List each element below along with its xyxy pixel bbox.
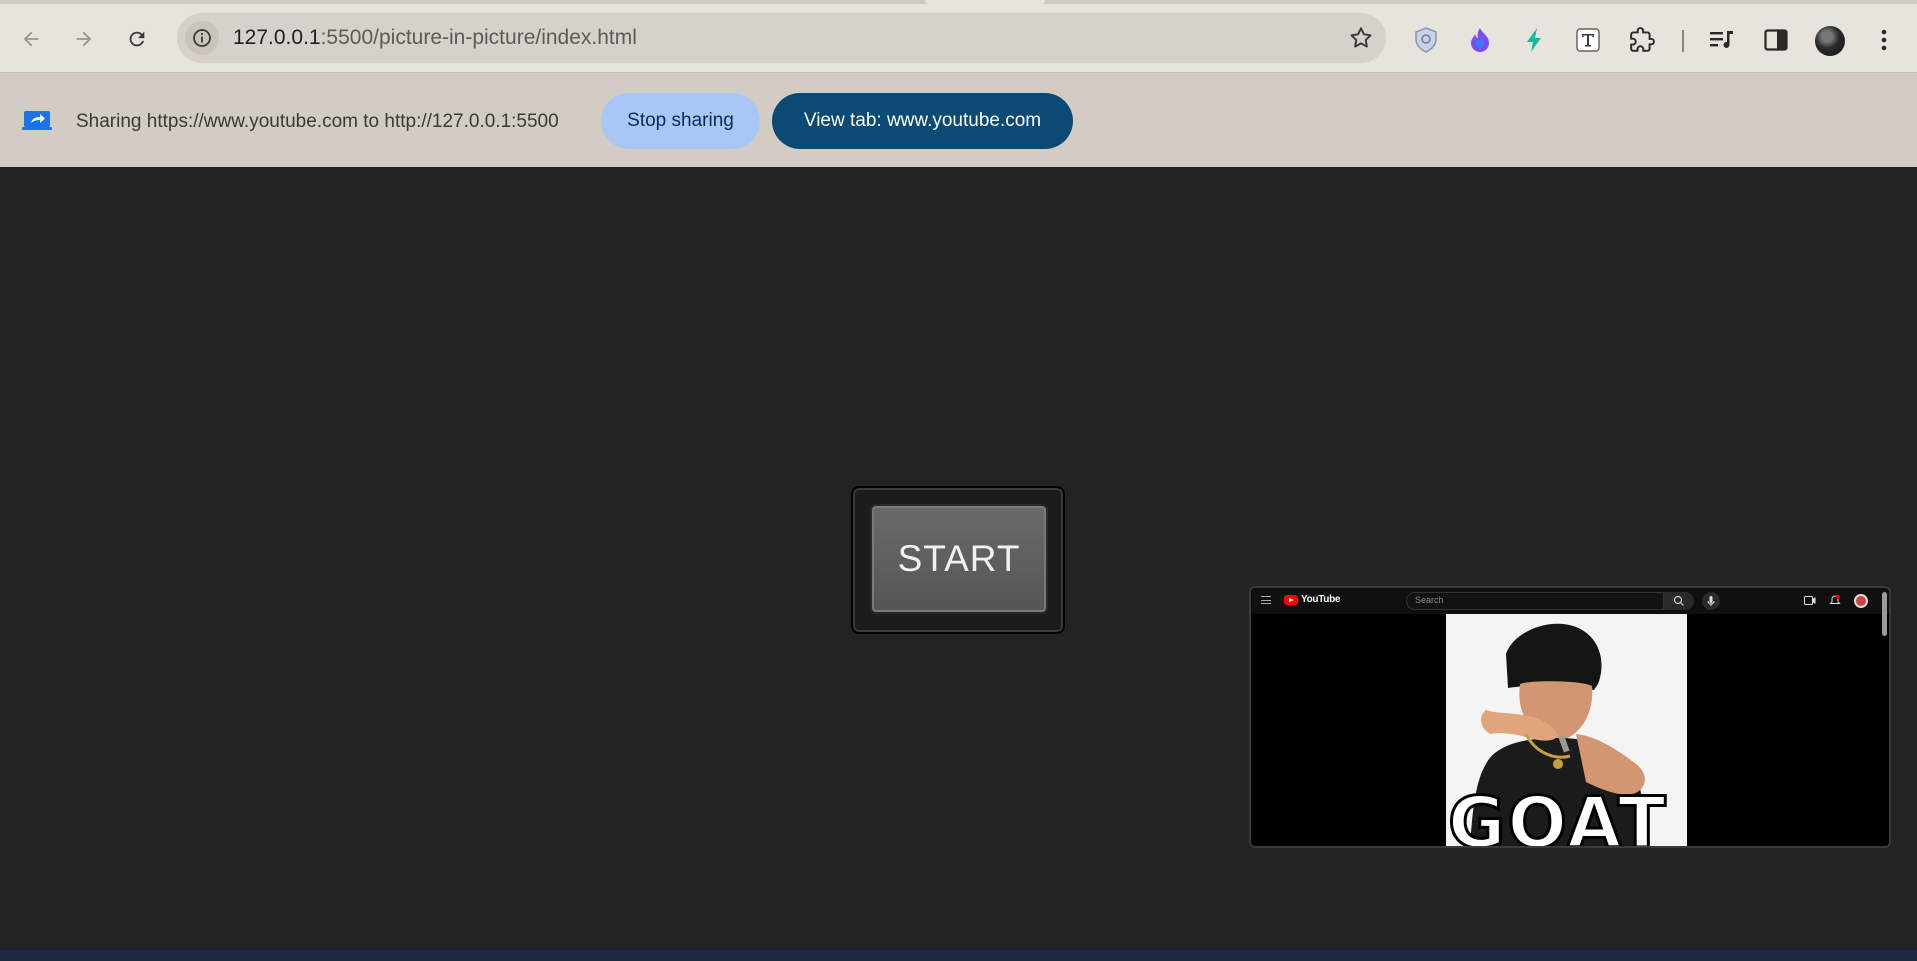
browser-toolbar: 127.0.0.1:5500/picture-in-picture/index.… — [0, 4, 1917, 72]
site-info-button[interactable] — [185, 21, 219, 55]
start-button-frame: START — [851, 486, 1065, 634]
reload-icon — [129, 31, 145, 47]
youtube-brand: YouTube — [1301, 594, 1341, 605]
bolt-extension-button[interactable] — [1520, 26, 1548, 54]
stop-sharing-button[interactable]: Stop sharing — [601, 93, 760, 149]
address-bar[interactable]: 127.0.0.1:5500/picture-in-picture/index.… — [177, 13, 1386, 63]
media-queue-icon — [1710, 31, 1733, 48]
view-tab-button[interactable]: View tab: www.youtube.com — [772, 93, 1073, 149]
flame-extension-button[interactable] — [1466, 26, 1494, 54]
mic-icon — [1707, 596, 1715, 606]
start-button[interactable]: START — [870, 504, 1048, 614]
back-button[interactable] — [12, 20, 50, 58]
forward-button[interactable] — [65, 20, 103, 58]
notifications-icon[interactable] — [1829, 595, 1841, 606]
thumbnail-title: GOAT — [1447, 781, 1668, 848]
puzzle-extensions-icon — [1630, 27, 1655, 52]
os-taskbar — [0, 950, 1917, 961]
forward-icon — [76, 31, 92, 47]
url-text: 127.0.0.1:5500/picture-in-picture/index.… — [233, 26, 637, 50]
video-thumbnail[interactable]: GOAT — [1446, 614, 1687, 848]
screen-share-icon — [22, 111, 52, 130]
reload-button[interactable] — [118, 20, 156, 58]
create-icon[interactable] — [1804, 595, 1816, 606]
youtube-avatar[interactable] — [1854, 594, 1868, 608]
bolt-extension-icon — [1527, 28, 1541, 52]
search-icon — [1673, 595, 1684, 606]
font-extension-button[interactable] — [1574, 26, 1602, 54]
back-icon — [23, 31, 39, 47]
shield-extension-icon — [1415, 27, 1437, 53]
picture-in-picture-window[interactable]: YouTube Search GOAT — [1249, 586, 1891, 848]
toolbar-separator — [1682, 30, 1684, 52]
youtube-search-placeholder: Search — [1415, 595, 1444, 605]
sidepanel-icon — [1764, 29, 1788, 51]
tab-sharing-infobar: Sharing https://www.youtube.com to http:… — [0, 72, 1917, 167]
youtube-search-input[interactable]: Search — [1406, 592, 1664, 610]
profile-avatar[interactable] — [1815, 26, 1845, 56]
extensions-button[interactable] — [1628, 26, 1656, 54]
side-panel-button[interactable] — [1762, 26, 1790, 54]
sharing-status-text: Sharing https://www.youtube.com to http:… — [76, 111, 559, 132]
youtube-logo-icon[interactable] — [1284, 595, 1298, 605]
more-menu-button[interactable] — [1870, 26, 1898, 54]
flame-extension-icon — [1471, 28, 1489, 52]
star-icon[interactable] — [1348, 25, 1374, 51]
voice-search-button[interactable] — [1702, 592, 1720, 610]
pip-scrollbar[interactable] — [1882, 592, 1887, 636]
url-host: 127.0.0.1 — [233, 26, 321, 49]
url-path: :5500/picture-in-picture/index.html — [320, 26, 637, 49]
youtube-header: YouTube Search — [1251, 588, 1889, 614]
more-icon — [1881, 29, 1887, 51]
info-icon — [193, 29, 211, 47]
shield-extension-button[interactable] — [1412, 26, 1440, 54]
font-extension-icon — [1576, 28, 1600, 52]
youtube-search-button[interactable] — [1664, 592, 1694, 610]
hamburger-menu-icon[interactable] — [1261, 596, 1271, 604]
media-controls-button[interactable] — [1708, 26, 1736, 54]
